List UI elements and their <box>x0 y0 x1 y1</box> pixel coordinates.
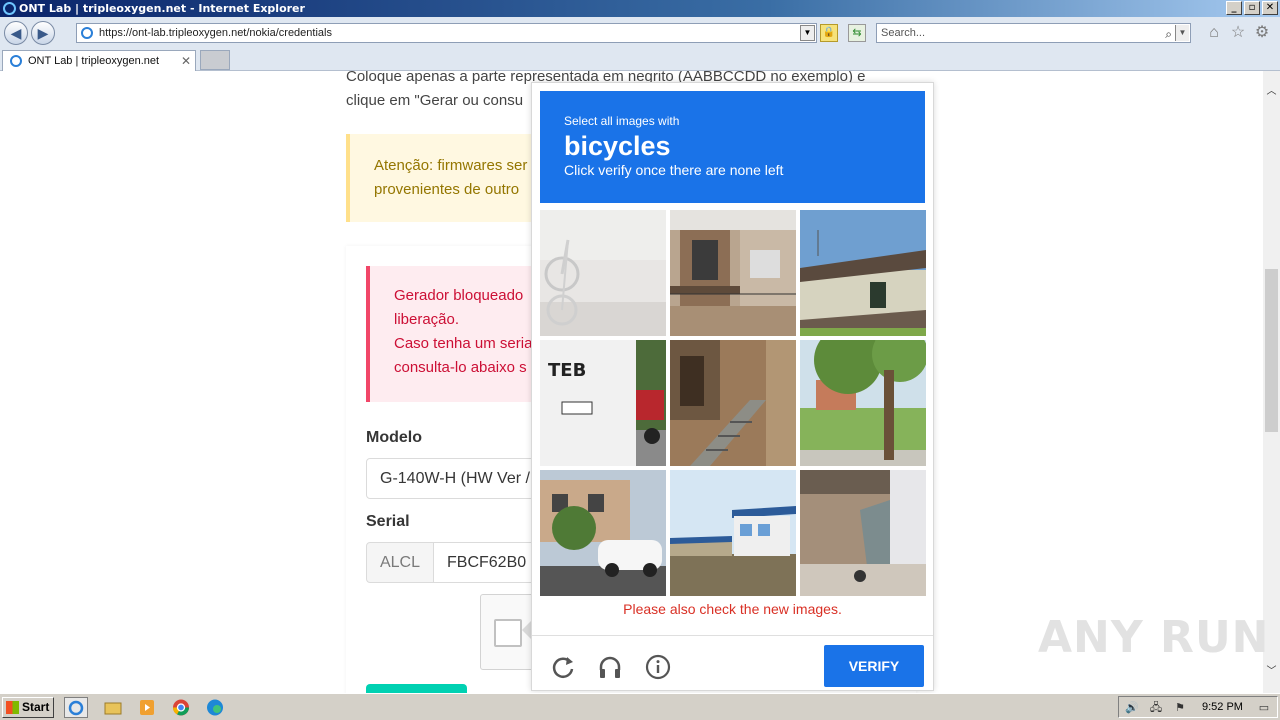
ie-logo-icon <box>3 2 16 15</box>
tab-bar: ONT Lab | tripleoxygen.net ✕ <box>0 49 1280 71</box>
volume-icon[interactable]: 🔊 <box>1125 701 1139 715</box>
challenge-footer: VERIFY <box>532 635 933 691</box>
taskbar-chrome-icon[interactable] <box>169 697 193 718</box>
taskbar-explorer-icon[interactable] <box>101 697 125 718</box>
serial-prefix-addon: ALCL <box>366 542 434 583</box>
favorites-star-icon[interactable]: ☆ <box>1229 24 1247 42</box>
show-desktop-icon[interactable]: ▭ <box>1257 701 1271 715</box>
start-label: Start <box>22 700 50 714</box>
scroll-thumb[interactable] <box>1265 269 1278 432</box>
challenge-instruction: Select all images with <box>564 114 680 128</box>
tile-5-brick-stairs[interactable] <box>670 340 796 466</box>
address-bar[interactable]: https://ont-lab.tripleoxygen.net/nokia/c… <box>76 23 817 43</box>
challenge-error-message: Please also check the new images. <box>623 601 842 617</box>
navigation-bar: ◀ ▶ https://ont-lab.tripleoxygen.net/nok… <box>0 17 1280 49</box>
search-placeholder: Search... <box>881 27 926 39</box>
submit-button[interactable] <box>366 684 467 693</box>
windows-taskbar: Start 🔊 🖧 ⚑ 9:52 PM ▭ <box>0 693 1280 720</box>
taskbar-ie-icon[interactable] <box>64 697 88 718</box>
tile-8-building-blue-roof[interactable] <box>670 470 796 596</box>
warning-text: Atenção: firmwares ser provenientes de o… <box>374 157 528 198</box>
home-icon[interactable]: ⌂ <box>1205 24 1223 42</box>
captcha-checkbox[interactable] <box>494 619 522 647</box>
start-button[interactable]: Start <box>2 697 54 718</box>
search-icon[interactable]: ⌕ <box>1165 25 1172 43</box>
audio-challenge-icon[interactable] <box>597 654 623 680</box>
address-dropdown-button[interactable]: ▼ <box>800 25 815 41</box>
tab-close-icon[interactable]: ✕ <box>181 51 191 71</box>
tab-ont-lab[interactable]: ONT Lab | tripleoxygen.net ✕ <box>2 50 196 71</box>
tile-7-car-street[interactable] <box>540 470 666 596</box>
address-url: https://ont-lab.tripleoxygen.net/nokia/c… <box>99 27 332 39</box>
scroll-up-arrow-icon[interactable]: ︿ <box>1263 83 1280 100</box>
taskbar-clock[interactable]: 9:52 PM <box>1202 697 1243 717</box>
challenge-image-grid: TEB <box>540 210 927 597</box>
flag-notification-icon[interactable]: ⚑ <box>1173 701 1187 715</box>
tile-3-house-roof[interactable] <box>800 210 926 336</box>
scroll-down-arrow-icon[interactable]: ﹀ <box>1263 663 1280 680</box>
close-window-button[interactable]: ✕ <box>1262 1 1278 15</box>
back-button[interactable]: ◀ <box>4 21 28 45</box>
taskbar-media-player-icon[interactable] <box>135 697 159 718</box>
refresh-challenge-icon[interactable] <box>550 654 576 680</box>
info-icon[interactable] <box>645 654 671 680</box>
gear-icon[interactable]: ⚙ <box>1253 24 1271 42</box>
tile-9-garage-shadow[interactable] <box>800 470 926 596</box>
new-tab-button[interactable] <box>200 50 230 70</box>
system-tray: 🔊 🖧 ⚑ 9:52 PM ▭ <box>1118 696 1278 718</box>
tile-1-bicycle-faded[interactable] <box>540 210 666 336</box>
serial-label: Serial <box>366 513 410 530</box>
search-dropdown-button[interactable]: ▼ <box>1175 25 1189 41</box>
ie-page-icon <box>81 27 93 39</box>
challenge-hint: Click verify once there are none left <box>564 162 784 178</box>
search-input[interactable]: Search... ⌕ ▼ <box>876 23 1191 43</box>
minimize-button[interactable]: _ <box>1226 1 1242 15</box>
refresh-icon[interactable]: ⇆ <box>848 24 866 42</box>
tab-label: ONT Lab | tripleoxygen.net <box>28 55 160 67</box>
windows-flag-icon <box>6 701 19 714</box>
captcha-challenge: Select all images with bicycles Click ve… <box>531 82 934 691</box>
tile-4-bus-rear[interactable]: TEB <box>540 340 666 466</box>
window-title: ONT Lab | tripleoxygen.net - Internet Ex… <box>19 2 305 15</box>
svg-text:TEB: TEB <box>548 360 586 381</box>
tab-ie-icon <box>10 55 22 67</box>
window-titlebar: ONT Lab | tripleoxygen.net - Internet Ex… <box>0 0 1280 17</box>
page-scrollbar[interactable]: ︿ ﹀ <box>1263 71 1280 693</box>
network-icon[interactable]: 🖧 <box>1149 701 1163 715</box>
anyrun-watermark: ANY RUN <box>1038 612 1270 663</box>
challenge-object: bicycles <box>564 131 671 161</box>
maximize-button[interactable]: ▫ <box>1244 1 1260 15</box>
tile-6-tree-lawn[interactable] <box>800 340 926 466</box>
challenge-header: Select all images with bicycles Click ve… <box>540 91 925 203</box>
lock-icon[interactable]: 🔒 <box>820 24 838 42</box>
model-label: Modelo <box>366 429 422 446</box>
verify-button[interactable]: VERIFY <box>824 645 924 687</box>
taskbar-edge-icon[interactable] <box>203 697 227 718</box>
forward-button[interactable]: ▶ <box>31 21 55 45</box>
tile-2-house-balcony[interactable] <box>670 210 796 336</box>
